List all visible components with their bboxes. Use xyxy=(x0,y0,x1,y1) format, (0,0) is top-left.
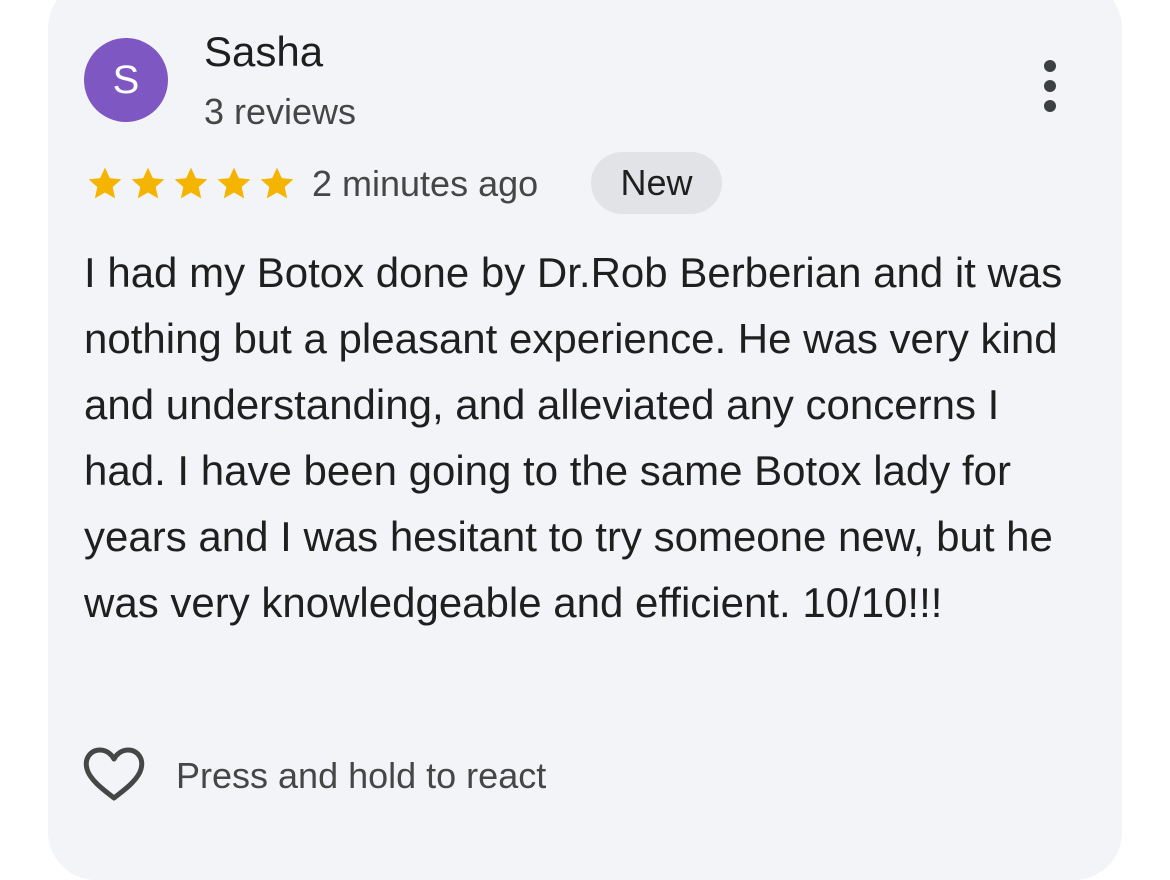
new-badge: New xyxy=(591,152,722,214)
star-icon xyxy=(88,167,122,199)
more-options-dot xyxy=(1044,80,1056,92)
heart-outline-icon[interactable] xyxy=(82,745,146,803)
more-options-icon[interactable] xyxy=(1026,52,1074,120)
review-time: 2 minutes ago xyxy=(312,163,539,204)
reviewer-name[interactable]: Sasha xyxy=(204,26,323,78)
more-options-dot xyxy=(1044,100,1056,112)
star-icon xyxy=(131,167,165,199)
star-icon xyxy=(217,167,251,199)
review-text: I had my Botox done by Dr.Rob Berberian … xyxy=(84,249,1063,626)
star-rating xyxy=(84,164,298,204)
avatar-initial: S xyxy=(112,57,140,102)
more-options-dot xyxy=(1044,60,1056,72)
reviewer-review-count: 3 reviews xyxy=(204,91,357,132)
star-icon xyxy=(260,167,294,199)
star-icon xyxy=(174,167,208,199)
avatar[interactable]: S xyxy=(84,38,168,122)
react-hint[interactable]: Press and hold to react xyxy=(176,753,546,799)
